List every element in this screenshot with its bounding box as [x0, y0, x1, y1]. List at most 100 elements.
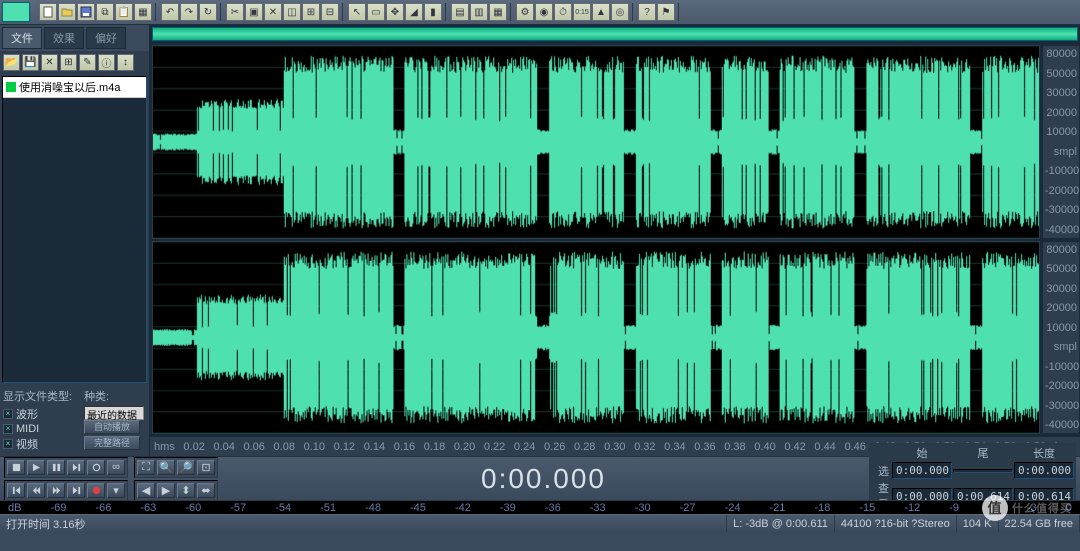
marker-button[interactable]: ▮ — [424, 3, 442, 21]
file-name-label: 使用消噪宝以后.m4a — [19, 79, 120, 95]
zoom-vertical-in-button[interactable]: ⬍ — [177, 483, 195, 498]
sel-end-value[interactable] — [953, 469, 1013, 473]
level-meter[interactable]: dB-69-66-63-60-57-54-51-48-45-42-39-36-3… — [0, 500, 1080, 514]
save-button[interactable] — [77, 3, 95, 21]
fullpath-button[interactable]: 完整路径 — [84, 436, 140, 450]
mix-paste-button[interactable]: ◫ — [283, 3, 301, 21]
show-type-label: 显示文件类型: — [3, 388, 72, 404]
panel-open-button[interactable]: 📂 — [3, 54, 20, 71]
midi-checkbox[interactable]: × — [3, 424, 13, 434]
move-tool-button[interactable]: ✥ — [386, 3, 404, 21]
marquee-button[interactable]: ▭ — [367, 3, 385, 21]
record-mode-button[interactable]: ▾ — [107, 483, 125, 498]
view1-button[interactable]: ▤ — [451, 3, 469, 21]
append-button[interactable]: ⊟ — [321, 3, 339, 21]
status-size: 104 K — [957, 515, 999, 532]
panel-sort-button[interactable]: ↕ — [117, 54, 134, 71]
record-button[interactable] — [87, 483, 105, 498]
tab-effects[interactable]: 效果 — [44, 27, 84, 49]
waveform-right-channel[interactable] — [152, 241, 1040, 435]
copy-button[interactable]: ⧉ — [96, 3, 114, 21]
transport-bar: ∞ ▾ ⛶ 🔍 🔎 ⊡ ◀ ▶ ⬍ ⬌ 0:00.000 始 尾 长度 选 — [0, 456, 1080, 500]
rewind-button[interactable] — [27, 483, 45, 498]
kind-label: 种类: — [84, 388, 144, 404]
overview-bar[interactable] — [152, 27, 1078, 41]
zoom-controls-2: ◀ ▶ ⬍ ⬌ — [134, 480, 218, 501]
zoom-in-left-button[interactable]: ◀ — [137, 483, 155, 498]
waveform-area: 8000050000300002000010000smpl-10000-2000… — [150, 25, 1080, 456]
insert-button[interactable]: ⊞ — [302, 3, 320, 21]
panel-info-button[interactable]: ⓘ — [98, 54, 115, 71]
waveform-checkbox[interactable]: × — [3, 409, 13, 419]
playback-controls: ∞ — [4, 457, 128, 478]
loop-button[interactable] — [87, 460, 105, 475]
goto-end-button[interactable] — [67, 483, 85, 498]
status-free-space: 22.54 GB free — [999, 515, 1080, 532]
waveform-left-channel[interactable] — [152, 45, 1040, 239]
waveform-channels[interactable]: 8000050000300002000010000smpl-10000-2000… — [150, 43, 1080, 436]
panel-tabs: 文件 效果 偏好 — [0, 25, 149, 51]
sel-length-value[interactable]: 0:00.000 — [1014, 462, 1074, 479]
new-file-button[interactable] — [39, 3, 57, 21]
status-db-info: L: -3dB @ 0:00.611 — [727, 515, 835, 532]
repeat-button[interactable]: ↻ — [199, 3, 217, 21]
app-logo-icon — [2, 2, 30, 22]
record-settings-button[interactable]: ◉ — [535, 3, 553, 21]
status-bar: 打开时间 3.16秒 L: -3dB @ 0:00.611 44100 ?16-… — [0, 514, 1080, 532]
panel-save-button[interactable]: 💾 — [22, 54, 39, 71]
settings-button[interactable]: ⚙ — [516, 3, 534, 21]
sel-header-length: 长度 — [1014, 445, 1074, 461]
cut-button[interactable]: ✂ — [226, 3, 244, 21]
scrub-tool-button[interactable]: ◢ — [405, 3, 423, 21]
help-button[interactable]: ? — [638, 3, 656, 21]
pause-button[interactable] — [47, 460, 65, 475]
play-loop-button[interactable]: ∞ — [107, 460, 125, 475]
file-type-options: 显示文件类型: ×波形 ×MIDI ×视频 种类: 最近的数据 自动播放 完整路… — [0, 385, 149, 456]
zoom-in-button[interactable]: 🔍 — [157, 460, 175, 475]
status-format: 44100 ?16-bit ?Stereo — [835, 515, 957, 532]
zoom-selection-button[interactable]: ⊡ — [197, 460, 215, 475]
amplitude-ruler-left: 8000050000300002000010000smpl-10000-2000… — [1042, 45, 1080, 239]
view2-button[interactable]: ▥ — [470, 3, 488, 21]
left-panel: 文件 效果 偏好 📂 💾 ✕ ⊞ ✎ ⓘ ↕ 使用消噪宝以后.m4a 显示文件类… — [0, 25, 150, 456]
undo-button[interactable]: ↶ — [161, 3, 179, 21]
zoom-fit-button[interactable]: ⛶ — [137, 460, 155, 475]
sel-begin-value[interactable]: 0:00.000 — [892, 462, 952, 479]
spectral-button[interactable]: ▦ — [489, 3, 507, 21]
panel-edit-button[interactable]: ✎ — [79, 54, 96, 71]
play-button[interactable] — [27, 460, 45, 475]
play-to-end-button[interactable] — [67, 460, 85, 475]
tab-favorites[interactable]: 偏好 — [86, 27, 126, 49]
zoom-vertical-out-button[interactable]: ⬌ — [197, 483, 215, 498]
paste-button[interactable]: 📋 — [115, 3, 133, 21]
amplitude-ruler-right: 8000050000300002000010000smpl-10000-2000… — [1042, 241, 1080, 435]
panel-close-button[interactable]: ✕ — [41, 54, 58, 71]
kind-select[interactable]: 最近的数据 — [84, 406, 144, 420]
delete-button[interactable]: ✕ — [264, 3, 282, 21]
file-list[interactable]: 使用消噪宝以后.m4a — [2, 76, 147, 383]
panel-mini-toolbar: 📂 💾 ✕ ⊞ ✎ ⓘ ↕ — [0, 51, 149, 74]
cd-button[interactable]: ◎ — [611, 3, 629, 21]
options-button[interactable]: ⚑ — [657, 3, 675, 21]
cursor-tool-button[interactable]: ↖ — [348, 3, 366, 21]
batch-button[interactable]: ▦ — [134, 3, 152, 21]
video-checkbox[interactable]: × — [3, 439, 13, 449]
snap-button[interactable]: 0:15 — [573, 3, 591, 21]
open-file-button[interactable] — [58, 3, 76, 21]
tab-files[interactable]: 文件 — [2, 27, 42, 49]
autoplay-button[interactable]: 自动播放 — [84, 420, 140, 434]
goto-start-button[interactable] — [7, 483, 25, 498]
zoom-controls-1: ⛶ 🔍 🔎 ⊡ — [134, 457, 218, 478]
trim-button[interactable]: ▣ — [245, 3, 263, 21]
forward-button[interactable] — [47, 483, 65, 498]
metronome-button[interactable]: ▲ — [592, 3, 610, 21]
file-item[interactable]: 使用消噪宝以后.m4a — [3, 77, 146, 98]
navigation-controls: ▾ — [4, 480, 128, 501]
time-display: 0:00.000 — [224, 463, 863, 495]
redo-button[interactable]: ↷ — [180, 3, 198, 21]
zoom-out-button[interactable]: 🔎 — [177, 460, 195, 475]
zoom-in-right-button[interactable]: ▶ — [157, 483, 175, 498]
stop-button[interactable] — [7, 460, 25, 475]
panel-insert-button[interactable]: ⊞ — [60, 54, 77, 71]
time-format-button[interactable]: ⏱ — [554, 3, 572, 21]
